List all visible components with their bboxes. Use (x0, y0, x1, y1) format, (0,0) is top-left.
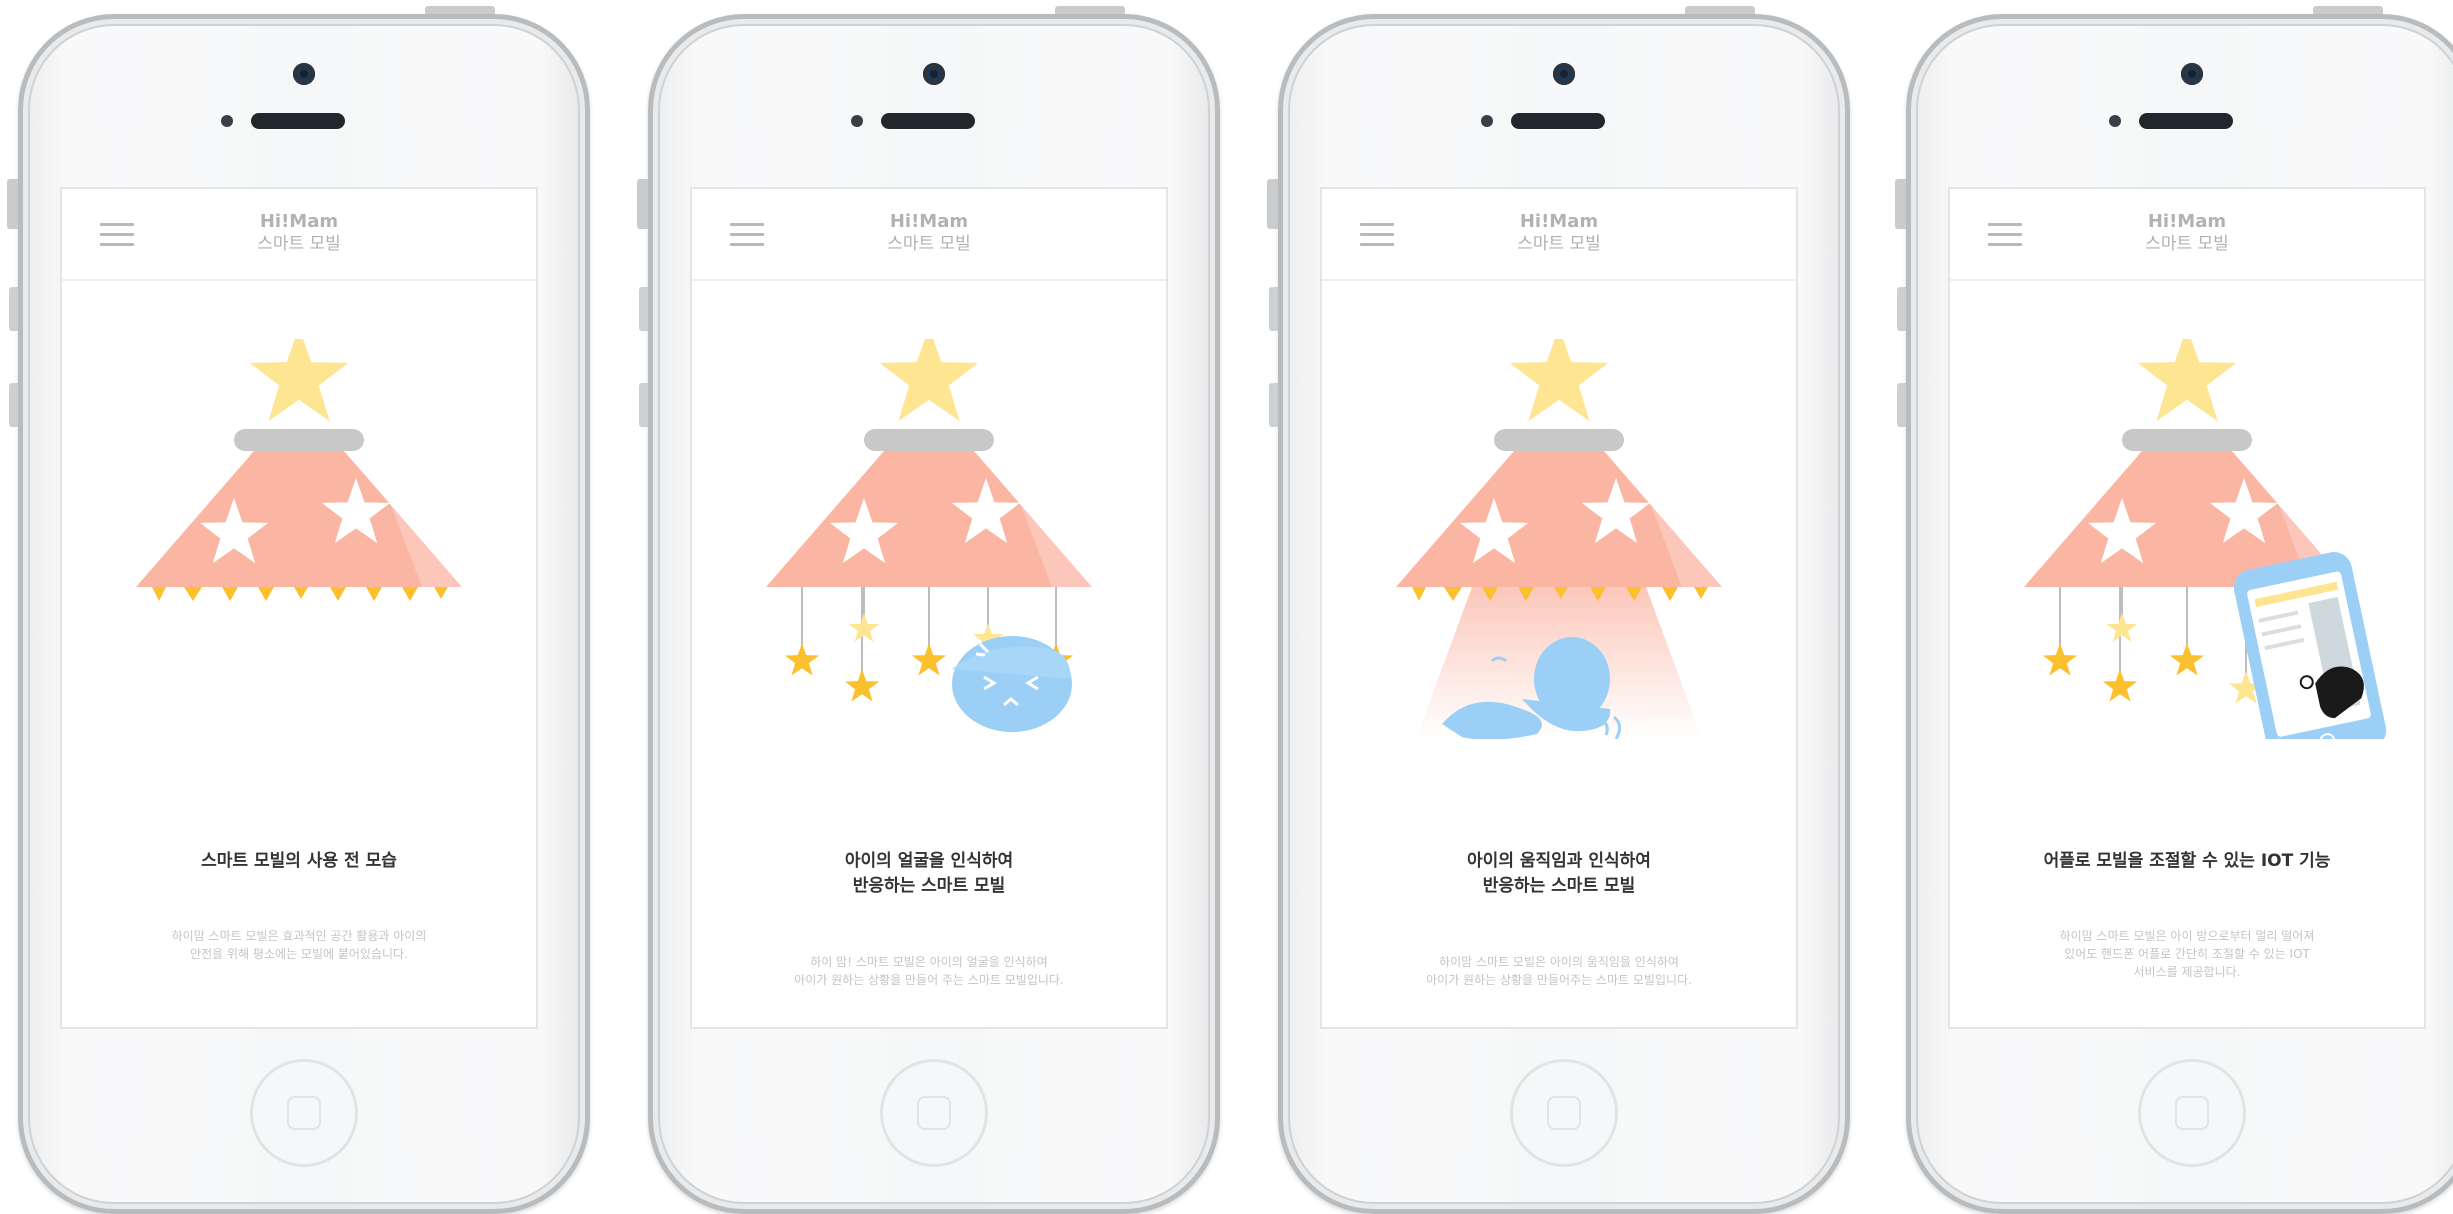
top-star-icon (2137, 339, 2237, 422)
home-button[interactable] (1510, 1059, 1618, 1167)
screen-description: 하이맘 스마트 모빌은 아이 방으로부터 멀리 떨어져 있어도 핸드폰 어플로 … (2059, 929, 2315, 979)
app-screen: Hi!Mam 스마트 모빌 스마트 모빌의 사용 전 모습 하이맘 스마트 모빌… (60, 187, 538, 1029)
earpiece-speaker (881, 113, 975, 129)
phone-mockup-1: Hi!Mam 스마트 모빌 스마트 모빌의 사용 전 모습 하이맘 스마트 모빌… (7, 6, 590, 1214)
collar (864, 429, 994, 451)
app-subtitle: 스마트 모빌 (887, 234, 971, 254)
camera-icon (293, 63, 315, 85)
screen-caption: 스마트 모빌의 사용 전 모습 (201, 851, 397, 871)
motion-detection-illustration (1396, 339, 1722, 739)
screen-description: 하이 맘! 스마트 모빌은 아이의 얼굴을 인식하여 아이가 원하는 상황을 만… (794, 955, 1064, 987)
camera-icon (923, 63, 945, 85)
home-button[interactable] (250, 1059, 358, 1167)
app-screen: Hi!Mam 스마트 모빌 (1320, 187, 1798, 1029)
app-subtitle: 스마트 모빌 (2145, 234, 2229, 254)
collar (1494, 429, 1624, 451)
camera-icon (1553, 63, 1575, 85)
folded-stars (152, 587, 448, 601)
sensor-dot (1481, 115, 1493, 127)
app-title: Hi!Mam (1519, 211, 1599, 232)
app-subtitle: 스마트 모빌 (257, 234, 341, 254)
mobile-closed-illustration (136, 339, 462, 601)
app-bar: Hi!Mam 스마트 모빌 (1950, 189, 2424, 281)
screen-caption: 아이의 얼굴을 인식하여 반응하는 스마트 모빌 (844, 851, 1014, 896)
screen-caption: 아이의 움직임과 인식하여 반응하는 스마트 모빌 (1467, 851, 1651, 896)
sensor-dot (2109, 115, 2121, 127)
earpiece-speaker (1511, 113, 1605, 129)
home-button[interactable] (880, 1059, 988, 1167)
smartphone-app-icon (2233, 552, 2387, 739)
app-subtitle: 스마트 모빌 (1517, 234, 1601, 254)
face-recognition-illustration (766, 339, 1092, 732)
screen-caption: 어플로 모빌을 조절할 수 있는 IOT 기능 (2043, 851, 2331, 871)
screen-description: 하이맘 스마트 모빌은 효과적인 공간 활용과 아이의 안전을 위해 평소에는 … (171, 929, 427, 961)
top-star-icon (879, 339, 979, 422)
app-title: Hi!Mam (259, 211, 339, 232)
earpiece-speaker (251, 113, 345, 129)
screen-description: 하이맘 스마트 모빌은 아이의 움직임을 인식하여 아이가 원하는 상황을 만들… (1426, 955, 1692, 987)
baby-face (952, 636, 1072, 732)
app-bar: Hi!Mam 스마트 모빌 (62, 189, 536, 281)
phone-mockup-4: Hi!Mam 스마트 모빌 어플로 모빌을 조절할 수 있는 IOT 기능 하이… (1895, 6, 2453, 1214)
phone-mockup-2: Hi!Mam 스마트 모빌 아이의 얼굴을 인식하여 반응하는 스마트 모빌 하… (637, 6, 1220, 1214)
phone-mockup-3: Hi!Mam 스마트 모빌 아이의 움직임과 인식하여 반응하는 스마트 모빌 … (1267, 6, 1850, 1214)
app-screen: Hi!Mam 스마트 모빌 (690, 187, 1168, 1029)
earpiece-speaker (2139, 113, 2233, 129)
app-title: Hi!Mam (889, 211, 969, 232)
app-screen: Hi!Mam 스마트 모빌 (1948, 187, 2426, 1029)
home-button[interactable] (2138, 1059, 2246, 1167)
top-star-icon (249, 339, 349, 422)
app-bar: Hi!Mam 스마트 모빌 (692, 189, 1166, 281)
top-star-icon (1509, 339, 1609, 422)
collar (234, 429, 364, 451)
sensor-dot (851, 115, 863, 127)
collar (2122, 429, 2252, 451)
app-title: Hi!Mam (2147, 211, 2227, 232)
iot-control-illustration (2024, 339, 2387, 739)
camera-icon (2181, 63, 2203, 85)
sensor-dot (221, 115, 233, 127)
app-bar: Hi!Mam 스마트 모빌 (1322, 189, 1796, 281)
